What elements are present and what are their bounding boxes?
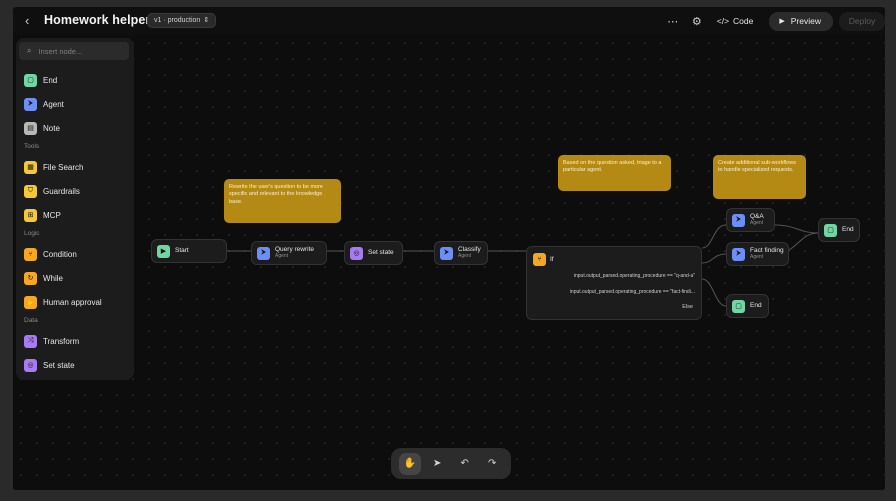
code-label: Code [733, 16, 754, 26]
file-search-icon: ▦ [24, 160, 37, 174]
end-icon: ▢ [732, 299, 745, 313]
palette-item-label: While [43, 273, 64, 283]
node-end-bottom[interactable]: ▢ End [726, 294, 769, 318]
section-title-logic: Logic [24, 230, 40, 237]
palette-item-label: Condition [43, 249, 77, 259]
if-condition-2: input.output_parsed.operating_procedure … [569, 289, 695, 295]
palette-item-note[interactable]: ▤ Note [24, 120, 60, 136]
end-icon: ▢ [824, 223, 837, 237]
workflow-canvas[interactable]: Rewrite the user's question to be more s… [13, 35, 885, 490]
search-box[interactable]: ⌕ [19, 42, 129, 60]
agent-icon: ⮞ [440, 246, 453, 260]
start-icon: ▶ [157, 244, 170, 258]
canvas-toolbar: ✋ ➤ ↶ ↷ [391, 448, 511, 479]
deploy-label: Deploy [848, 16, 876, 26]
palette-item-label: Human approval [43, 297, 102, 307]
transform-icon: ⤨ [24, 334, 37, 348]
top-bar: ‹ Homework helper v1 · production ⇕ ⋯ ⚙ … [13, 7, 885, 35]
set-state-icon: ◎ [350, 246, 363, 260]
palette-item-file-search[interactable]: ▦ File Search [24, 159, 83, 175]
node-end-bottom-label: End [750, 301, 762, 309]
palette-item-label: Transform [43, 336, 80, 346]
note-rewrite[interactable]: Rewrite the user's question to be more s… [224, 179, 341, 223]
node-query-rewrite-sub: Agent [275, 252, 289, 259]
node-query-rewrite[interactable]: ⮞ Query rewrite Agent [251, 241, 327, 265]
settings-gear-icon[interactable]: ⚙ [685, 11, 709, 31]
palette-item-label: Set state [43, 360, 75, 370]
node-fact-finding[interactable]: ⮞ Fact finding Agent [726, 242, 789, 266]
play-icon: ▶ [779, 18, 785, 25]
preview-button[interactable]: ▶ Preview [769, 11, 833, 31]
pointer-icon[interactable]: ➤ [426, 453, 448, 475]
node-qa[interactable]: ⮞ Q&A Agent [726, 208, 775, 232]
node-if-label: If [550, 256, 554, 263]
search-icon: ⌕ [27, 46, 32, 55]
palette-item-label: Note [43, 123, 60, 133]
guardrails-icon: ⛉ [24, 184, 37, 198]
agent-icon: ⮞ [24, 97, 37, 111]
redo-icon[interactable]: ↷ [481, 453, 503, 475]
if-else: Else [682, 304, 693, 310]
deploy-button[interactable]: Deploy [839, 11, 885, 31]
version-selector[interactable]: v1 · production ⇕ [147, 13, 217, 28]
section-title-data: Data [24, 317, 38, 324]
set-state-icon: ◎ [24, 358, 37, 372]
app-window: Rewrite the user's question to be more s… [13, 7, 885, 490]
chevron-updown-icon: ⇕ [203, 17, 210, 24]
palette-item-label: File Search [43, 162, 84, 172]
condition-icon: ⑂ [24, 247, 37, 261]
agent-icon: ⮞ [732, 247, 745, 261]
palette-item-human-approval[interactable]: ✋ Human approval [24, 294, 102, 310]
palette-item-agent[interactable]: ⮞ Agent [24, 96, 64, 112]
note-triage[interactable]: Based on the question asked, triage to a… [558, 155, 671, 191]
preview-label: Preview [790, 16, 821, 26]
node-palette: ⌕ ▢ End ⮞ Agent ▤ Note Tools ▦ File Sear… [16, 38, 134, 380]
node-end-right-label: End [842, 225, 854, 233]
code-button[interactable]: </> Code [709, 11, 762, 31]
code-brackets-icon: </> [716, 16, 730, 26]
palette-item-mcp[interactable]: ⊞ MCP [24, 207, 61, 223]
section-title-tools: Tools [24, 143, 40, 150]
node-fact-finding-sub: Agent [750, 253, 764, 260]
node-set-state-label: Set state [368, 248, 394, 256]
palette-item-transform[interactable]: ⤨ Transform [24, 333, 79, 349]
palette-item-set-state[interactable]: ◎ Set state [24, 357, 75, 373]
while-icon: ↻ [24, 271, 37, 285]
node-qa-sub: Agent [750, 219, 764, 226]
node-start-label: Start [175, 246, 189, 254]
agent-icon: ⮞ [257, 246, 270, 260]
end-icon: ▢ [24, 73, 37, 87]
version-label: v1 · production [154, 17, 201, 24]
note-icon: ▤ [24, 121, 37, 135]
palette-item-end[interactable]: ▢ End [24, 72, 57, 88]
palette-item-label: MCP [43, 210, 61, 220]
undo-icon[interactable]: ↶ [454, 453, 476, 475]
node-if[interactable]: ⑂ If input.output_parsed.operating_proce… [526, 246, 702, 320]
palette-item-label: End [43, 75, 58, 85]
node-start[interactable]: ▶ Start [151, 239, 227, 263]
palette-item-label: Guardrails [43, 186, 80, 196]
more-options-icon[interactable]: ⋯ [661, 11, 685, 31]
workflow-title: Homework helper [44, 13, 151, 27]
hand-icon[interactable]: ✋ [398, 452, 421, 475]
back-arrow-icon[interactable]: ‹ [25, 14, 37, 28]
node-classify[interactable]: ⮞ Classify Agent [434, 241, 488, 265]
node-classify-sub: Agent [458, 252, 472, 259]
palette-item-condition[interactable]: ⑂ Condition [24, 246, 77, 262]
note-subworkflows[interactable]: Create additional sub-workflows to handl… [713, 155, 806, 199]
if-condition-1: input.output_parsed.operating_procedure … [573, 273, 695, 279]
search-input[interactable] [38, 46, 119, 56]
node-end-right[interactable]: ▢ End [818, 218, 860, 242]
human-approval-icon: ✋ [24, 295, 37, 309]
node-set-state[interactable]: ◎ Set state [344, 241, 403, 265]
palette-item-label: Agent [43, 99, 64, 109]
palette-item-while[interactable]: ↻ While [24, 270, 63, 286]
palette-item-guardrails[interactable]: ⛉ Guardrails [24, 183, 80, 199]
mcp-icon: ⊞ [24, 208, 37, 222]
agent-icon: ⮞ [732, 213, 745, 227]
condition-icon: ⑂ [533, 253, 546, 266]
